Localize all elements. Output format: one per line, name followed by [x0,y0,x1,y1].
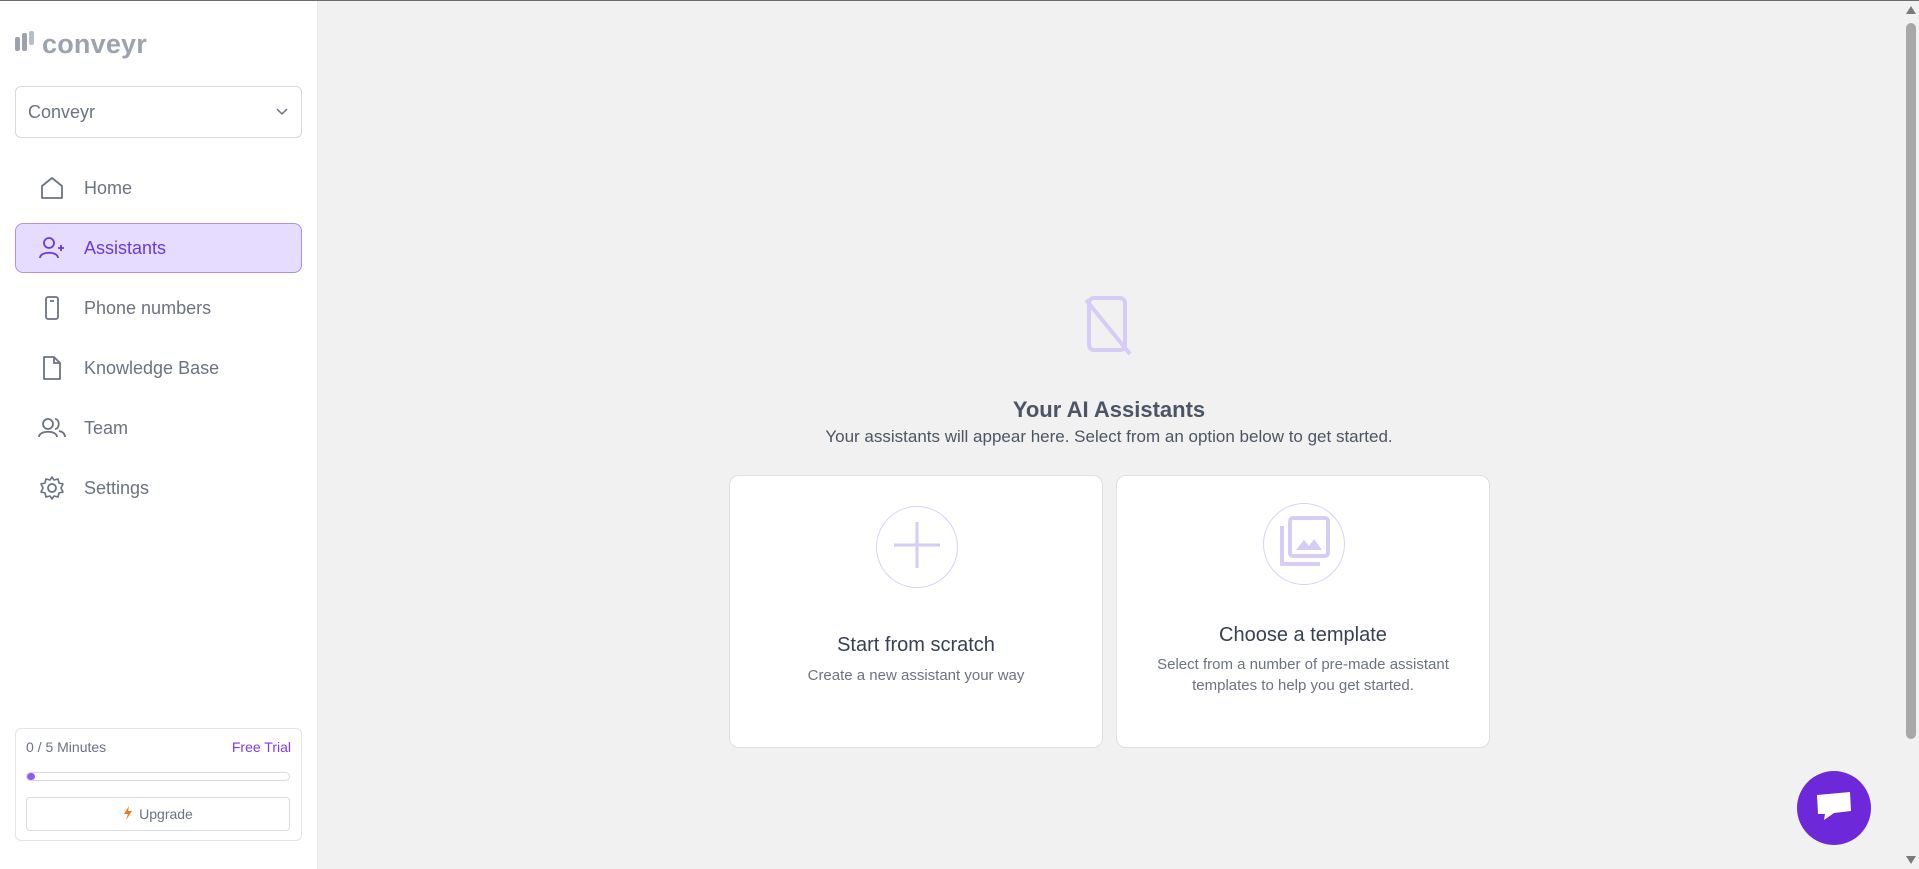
upgrade-button[interactable]: Upgrade [26,797,290,831]
gear-icon [38,474,66,502]
image-stack-icon [1276,514,1332,575]
sidebar-item-label: Team [84,417,129,438]
organization-select[interactable]: Conveyr [15,86,302,138]
sidebar-item-team[interactable]: Team [15,403,302,453]
phone-off-icon [1084,296,1134,361]
plus-icon-circle [876,506,958,588]
usage-minutes: 0 / 5 Minutes [26,739,107,755]
upgrade-button-label: Upgrade [139,806,193,822]
scroll-up-arrow[interactable] [1906,6,1916,14]
sidebar-item-label: Assistants [84,237,167,258]
sidebar-item-phone-numbers[interactable]: Phone numbers [15,283,302,333]
conveyr-logo-icon [14,31,38,58]
sidebar-item-assistants[interactable]: Assistants [15,223,302,273]
sidebar: conveyr Conveyr Home Assistants Phone nu… [0,1,318,869]
scrollbar-thumb[interactable] [1906,23,1916,739]
usage-progress-fill [27,773,35,780]
sidebar-item-knowledge-base[interactable]: Knowledge Base [15,343,302,393]
lightning-icon [123,805,133,823]
card-title: Start from scratch [837,634,995,656]
sidebar-item-label: Knowledge Base [84,357,220,378]
card-title: Choose a template [1219,624,1387,646]
organization-select-value: Conveyr [28,101,96,122]
document-icon [38,354,66,382]
sidebar-item-label: Settings [84,477,150,498]
scroll-down-arrow[interactable] [1906,856,1916,864]
chevron-down-icon [275,103,289,121]
start-from-scratch-card[interactable]: Start from scratch Create a new assistan… [729,475,1103,748]
brand-name: conveyr [42,29,147,59]
usage-panel: 0 / 5 Minutes Free Trial Upgrade [15,728,302,841]
sidebar-item-settings[interactable]: Settings [15,463,302,513]
usage-progress-bar [26,772,290,781]
sidebar-item-label: Home [84,177,133,198]
phone-icon [38,294,66,322]
user-plus-icon [38,234,66,262]
plus-icon [892,520,942,575]
chat-icon [1814,789,1854,828]
page-subtitle: Your assistants will appear here. Select… [825,427,1393,446]
sidebar-nav: Home Assistants Phone numbers Knowledge … [15,163,302,523]
choose-template-card[interactable]: Choose a template Select from a number o… [1116,475,1490,748]
chat-launcher-button[interactable] [1797,771,1871,845]
page-title: Your AI Assistants [1012,397,1206,422]
brand-logo[interactable]: conveyr [14,29,147,60]
card-description: Create a new assistant your way [807,667,1025,684]
home-icon [38,174,66,202]
sidebar-item-home[interactable]: Home [15,163,302,213]
image-stack-icon-circle [1263,503,1345,585]
sidebar-item-label: Phone numbers [84,297,212,318]
plan-badge[interactable]: Free Trial [232,739,291,755]
card-description: Select from a number of pre-made assista… [1157,656,1449,694]
page-scrollbar[interactable] [1903,1,1919,869]
team-icon [38,414,66,442]
